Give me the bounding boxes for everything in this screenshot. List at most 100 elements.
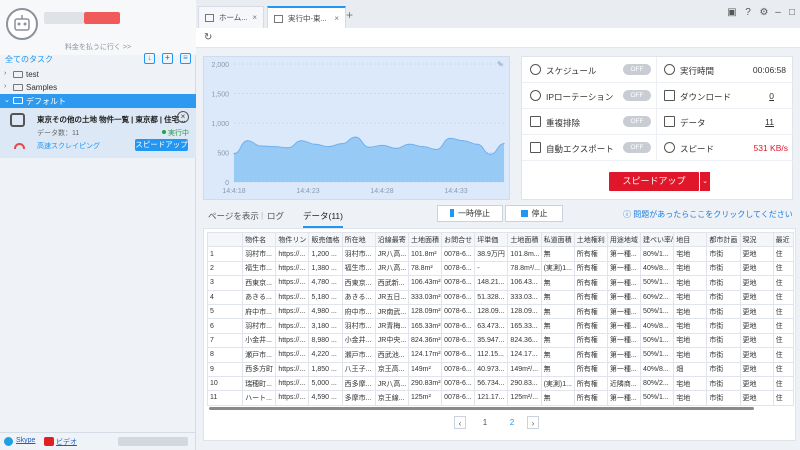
table-row[interactable]: 3 西東京... https://... 4,780 ... 西東京... 西武新... 1… [206,275,795,291]
next-page-button[interactable]: › [527,416,539,429]
table-header-cell[interactable]: 所在地 [341,231,376,248]
tab-data-label: データ(11) [303,211,343,221]
data-value[interactable]: 11 [722,117,774,127]
speedup-button-small[interactable]: スピードアップ [135,139,188,151]
download-icon[interactable]: ↓ [144,53,155,64]
dedupe-toggle[interactable]: OFF [623,116,651,127]
pause-button[interactable]: 一時停止 [437,205,503,222]
task-name[interactable]: 東京その他の土地 物件一覧 | 東京都 | 住宅... [37,114,185,125]
minimize-icon[interactable]: – [772,7,784,18]
page-2[interactable]: 2 [507,416,517,429]
table-header-cell[interactable]: お問合せ [441,231,476,248]
close-icon[interactable]: × [177,111,189,123]
table-header-cell[interactable]: 都市計画 [706,231,741,248]
table-row[interactable]: 4 あきる... https://... 5,180 ... あきる... JR五日...… [206,289,795,305]
x-tick-label: 14:4:23 [296,188,319,195]
table-header-cell[interactable]: 物件名 [242,231,277,248]
table-row[interactable]: 5 府中市... https://... 4,980 ... 府中市... JR南武...… [206,303,795,320]
speedup-button[interactable]: スピードアップ [609,172,699,191]
folder-label: デフォルト [26,97,66,106]
skype-link[interactable]: Skype [16,437,35,444]
tab-divider: | [261,210,264,220]
prev-page-button[interactable]: ‹ [454,416,466,429]
auto-export-toggle[interactable]: OFF [623,142,651,153]
maximize-icon[interactable]: □ [786,7,798,18]
close-icon[interactable]: × [334,8,339,30]
table-cell: 瑞穂町... [242,375,277,392]
tab-running[interactable]: 実行中-東... × [267,6,346,28]
stop-button[interactable]: 停止 [505,205,563,222]
table-cell: 宅地 [673,303,708,320]
tab-page-preview[interactable]: ページを表示 [208,210,259,222]
folder-test[interactable]: › test [0,68,196,81]
table-header-cell[interactable]: 最近 [772,231,795,248]
table-row[interactable]: 7 小金井... https://... 8,980 ... 小金井... JR中央...… [206,332,795,349]
settings-icon[interactable]: ⚙ [758,7,770,18]
robot-avatar-icon[interactable] [6,8,38,40]
table-header-cell[interactable]: 物件リン [275,231,310,248]
task-bar: 全てのタスク ↓ + ≡ [0,52,196,66]
table-row[interactable]: 1 羽村市... https://... 1,200 ... 羽村市... JR八高...… [206,246,795,262]
folder-icon [13,71,23,78]
table-header-cell[interactable]: 土地面積 [507,231,542,248]
speed-gauge-icon [14,143,25,149]
table-cell: 所有権 [573,303,608,320]
table-header-cell[interactable]: 現況 [739,231,774,248]
table-header-cell[interactable]: 坪単価 [474,231,509,248]
table-header-cell[interactable]: 沿線最寄 [374,231,409,248]
tab-data[interactable]: データ(11) [303,210,343,228]
all-tasks-label[interactable]: 全てのタスク [5,54,53,65]
table-cell: 宅地 [673,347,708,363]
table-header-cell[interactable]: 私道面積 [540,231,575,248]
skype-icon[interactable] [4,437,13,446]
table-cell: https://... [275,289,310,305]
task-list-icon[interactable]: ≡ [180,53,191,64]
x-tick-label: 14:4:28 [370,188,393,195]
schedule-toggle[interactable]: OFF [623,64,651,75]
data-table-panel: 物件名 物件リン 販売価格 所在地 沿線最寄 土地面積 お問合せ 坪単価 土地面積 私道面積 土地権… [203,228,796,441]
table-cell: 住 [772,347,795,363]
task-card[interactable]: 東京その他の土地 物件一覧 | 東京都 | 住宅... × データ数：11 実行… [0,108,196,158]
horizontal-scrollbar[interactable] [209,407,754,410]
gift-icon[interactable]: ▣ [726,7,738,18]
table-header-cell[interactable]: 販売価格 [308,231,343,248]
pause-icon [450,209,454,217]
table-cell: 5 [206,303,244,320]
edit-pencil-icon[interactable]: ✎ [497,60,504,69]
ip-rotation-toggle[interactable]: OFF [623,90,651,101]
chevron-down-icon[interactable]: ⌄ [700,172,710,191]
tab-log[interactable]: ログ [267,210,284,222]
table-row[interactable]: 11 ハート... https://... 4,590 ... 多摩市... 京王線...… [206,390,795,406]
table-header-cell[interactable]: 建ぺい率/ [640,231,675,248]
table-row[interactable]: 2 福生市... https://... 1,380 ... 福生市... JR八高...… [206,260,795,277]
table-header-cell[interactable] [206,231,244,248]
tab-home[interactable]: ホーム... × [198,6,264,28]
pay-link[interactable]: 料金を払うに行く >> [0,42,196,52]
folder-samples[interactable]: › Samples [0,81,196,94]
table-row[interactable]: 10 瑞穂町... https://... 5,000 ... 西多摩... JR八高..… [206,375,795,392]
stat-row: 重複排除 OFF データ 11 [522,109,794,135]
new-tab-icon[interactable]: + [346,8,353,22]
table-header-cell[interactable]: 土地権利 [573,231,608,248]
table-header-cell[interactable]: 土地面積 [407,231,443,248]
reload-icon[interactable]: ↻ [204,32,212,43]
table-cell: 51.328... [474,289,509,305]
table-cell: 住 [772,246,795,262]
table-header-cell[interactable]: 地目 [673,231,708,248]
video-link[interactable]: ビデオ [56,437,77,447]
help-link[interactable]: ⓘ 問題があったらここをクリックしてください [623,209,793,220]
add-task-icon[interactable]: + [162,53,173,64]
speed-value: 531 KB/s [753,143,789,153]
folder-default[interactable]: ⌄ デフォルト [0,94,196,108]
table-cell: 住 [772,332,795,349]
youtube-icon[interactable] [44,437,54,446]
table-row[interactable]: 8 瀬戸市... https://... 4,220 ... 瀬戸市... 西武池... 1… [206,347,795,363]
table-row[interactable]: 6 羽村市... https://... 3,180 ... 羽村市... JR青梅...… [206,318,795,334]
close-icon[interactable]: × [252,7,257,29]
help-icon[interactable]: ? [742,7,754,18]
table-header-cell[interactable]: 用途地域 [606,231,642,248]
data-point [260,145,262,147]
page-1[interactable]: 1 [480,416,490,429]
table-row[interactable]: 9 西多方町 https://... 1,850 ... 八王子... 京王高... 149… [206,361,795,377]
download-value[interactable]: 0 [722,91,774,101]
